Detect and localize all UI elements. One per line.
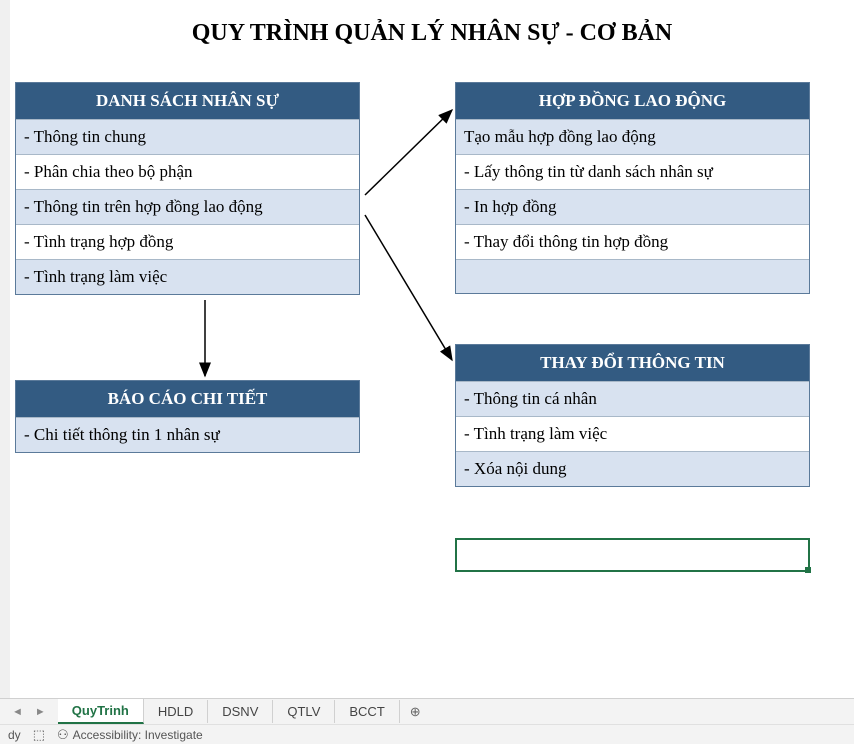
box-row: - Tình trạng làm việc [16, 259, 359, 294]
box-header: THAY ĐỔI THÔNG TIN [456, 345, 809, 381]
worksheet-area: QUY TRÌNH QUẢN LÝ NHÂN SỰ - CƠ BẢN DANH … [10, 0, 854, 744]
tab-quytrinh[interactable]: QuyTrinh [58, 699, 144, 724]
box-row: - Thông tin chung [16, 119, 359, 154]
box-row: - Tình trạng hợp đồng [16, 224, 359, 259]
box-header: DANH SÁCH NHÂN SỰ [16, 83, 359, 119]
box-header: HỢP ĐỒNG LAO ĐỘNG [456, 83, 809, 119]
box-header: BÁO CÁO CHI TIẾT [16, 381, 359, 417]
tab-dsnv[interactable]: DSNV [208, 700, 273, 723]
box-thay-doi-thong-tin: THAY ĐỔI THÔNG TIN - Thông tin cá nhân -… [455, 344, 810, 487]
box-row: Tạo mẫu hợp đồng lao động [456, 119, 809, 154]
box-row: - Thông tin trên hợp đồng lao động [16, 189, 359, 224]
status-ready: dy [8, 728, 21, 742]
box-row: - Thay đổi thông tin hợp đồng [456, 224, 809, 259]
box-row: - Lấy thông tin từ danh sách nhân sự [456, 154, 809, 189]
box-row: - In hợp đồng [456, 189, 809, 224]
tab-add-button[interactable]: ⊕ [400, 700, 431, 724]
box-danh-sach-nhan-su: DANH SÁCH NHÂN SỰ - Thông tin chung - Ph… [15, 82, 360, 295]
box-row-empty [456, 259, 809, 293]
tab-nav-next-icon[interactable]: ► [31, 704, 50, 720]
page-title: QUY TRÌNH QUẢN LÝ NHÂN SỰ - CƠ BẢN [10, 0, 854, 57]
status-bar: dy ⬚ ⚇ Accessibility: Investigate [0, 724, 854, 744]
accessibility-icon: ⚇ [57, 727, 69, 743]
box-row: - Xóa nội dung [456, 451, 809, 486]
status-macro-icon[interactable]: ⬚ [33, 727, 45, 743]
tab-hdld[interactable]: HDLD [144, 700, 208, 723]
box-row: - Chi tiết thông tin 1 nhân sự [16, 417, 359, 452]
accessibility-label: Accessibility: Investigate [73, 728, 203, 742]
sheet-tabs: ◄ ► QuyTrinh HDLD DSNV QTLV BCCT ⊕ [0, 698, 854, 724]
box-row: - Tình trạng làm việc [456, 416, 809, 451]
tab-qtlv[interactable]: QTLV [273, 700, 335, 723]
box-bao-cao-chi-tiet: BÁO CÁO CHI TIẾT - Chi tiết thông tin 1 … [15, 380, 360, 453]
selected-cell[interactable] [455, 538, 810, 572]
box-row: - Phân chia theo bộ phận [16, 154, 359, 189]
box-row: - Thông tin cá nhân [456, 381, 809, 416]
status-accessibility[interactable]: ⚇ Accessibility: Investigate [57, 727, 203, 743]
tab-nav-prev-icon[interactable]: ◄ [8, 704, 27, 720]
box-hop-dong-lao-dong: HỢP ĐỒNG LAO ĐỘNG Tạo mẫu hợp đồng lao đ… [455, 82, 810, 294]
tab-nav: ◄ ► [0, 704, 58, 720]
row-headers [0, 0, 10, 700]
tab-bcct[interactable]: BCCT [335, 700, 399, 723]
